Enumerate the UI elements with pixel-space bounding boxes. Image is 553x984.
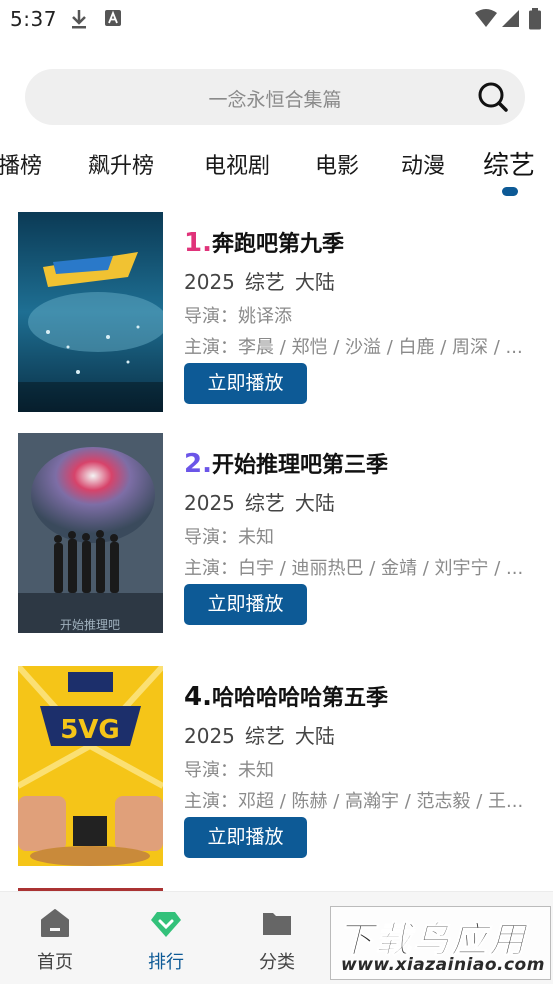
tab-hot-play[interactable]: 播榜: [0, 148, 42, 180]
region: 大陆: [294, 270, 335, 294]
title-text: 哈哈哈哈哈第五季: [211, 686, 388, 711]
nav-home[interactable]: 首页: [15, 906, 95, 974]
genre: 综艺: [244, 491, 285, 515]
poster-caption: 开始推理吧: [60, 618, 120, 632]
item-meta: 2025 综艺 大陆: [184, 487, 345, 516]
year: 2025: [184, 724, 235, 748]
active-tab-indicator: [502, 187, 518, 196]
battery-icon: [529, 8, 541, 30]
status-bar: 5:37: [0, 0, 553, 38]
list-item[interactable]: 开始推理吧 2.开始推理吧第三季 2025 综艺 大陆 导演：未知 主演：白宇 / …: [0, 433, 553, 633]
item-meta: 2025 综艺 大陆: [184, 720, 345, 749]
nav-home-label: 首页: [37, 952, 73, 973]
region: 大陆: [294, 724, 335, 748]
director: 导演：未知: [184, 527, 274, 548]
download-icon: [72, 10, 86, 29]
play-button[interactable]: 立即播放: [184, 817, 307, 858]
poster-image[interactable]: [18, 212, 163, 412]
status-time: 5:37: [10, 7, 57, 31]
genre: 综艺: [244, 270, 285, 294]
cast: 主演：白宇 / 迪丽热巴 / 金靖 / 刘宇宁 / ...: [184, 558, 524, 579]
play-button[interactable]: 立即播放: [184, 584, 307, 625]
signal-icon: [502, 10, 519, 27]
tab-rising[interactable]: 飙升榜: [88, 148, 154, 180]
item-meta: 2025 综艺 大陆: [184, 266, 345, 295]
rank-number: 4.: [184, 682, 212, 712]
title-text: 开始推理吧第三季: [211, 453, 388, 478]
rank-number: 1.: [184, 228, 212, 258]
search-placeholder: 一念永恒合集篇: [208, 89, 342, 111]
play-button[interactable]: 立即播放: [184, 363, 307, 404]
cast: 主演：邓超 / 陈赫 / 高瀚宇 / 范志毅 / 王...: [184, 791, 524, 812]
tab-anime[interactable]: 动漫: [401, 148, 445, 180]
nav-ranking-label: 排行: [148, 952, 184, 973]
list-item[interactable]: 1.奔跑吧第九季 2025 综艺 大陆 导演：姚译添 主演：李晨 / 郑恺 / 沙溢…: [0, 212, 553, 412]
wifi-icon: [475, 9, 497, 27]
cast: 主演：李晨 / 郑恺 / 沙溢 / 白鹿 / 周深 / ...: [184, 337, 523, 358]
genre: 综艺: [244, 724, 285, 748]
folder-icon: [263, 913, 291, 935]
poster-image[interactable]: 5VG: [18, 666, 163, 866]
director: 导演：姚译添: [184, 306, 292, 327]
list-item[interactable]: 5VG 4.哈哈哈哈哈第五季 2025 综艺 大陆 导演：未知 主演：邓超 / 陈赫…: [0, 666, 553, 866]
poster-image[interactable]: 开始推理吧: [18, 433, 163, 633]
year: 2025: [184, 491, 235, 515]
poster-caption: 5VG: [60, 715, 120, 745]
director: 导演：未知: [184, 760, 274, 781]
tab-variety[interactable]: 综艺: [483, 145, 535, 182]
home-icon: [41, 909, 69, 937]
year: 2025: [184, 270, 235, 294]
region: 大陆: [294, 491, 335, 515]
watermark: 下载鸟应用 www.xiazainiao.com: [330, 906, 551, 980]
title-text: 奔跑吧第九季: [211, 232, 344, 257]
nav-category[interactable]: 分类: [237, 906, 317, 974]
ranking-icon: [151, 912, 181, 937]
item-title[interactable]: 1.奔跑吧第九季: [184, 226, 344, 258]
item-title[interactable]: 4.哈哈哈哈哈第五季: [184, 680, 388, 712]
nav-category-label: 分类: [259, 952, 295, 973]
tab-movies[interactable]: 电影: [315, 148, 359, 180]
category-tabs: 播榜 飙升榜 电视剧 电影 动漫 综艺: [0, 140, 553, 200]
tab-tv-series[interactable]: 电视剧: [204, 148, 270, 180]
watermark-url: www.xiazainiao.com: [341, 955, 545, 975]
font-icon: [105, 10, 121, 26]
search-icon[interactable]: [477, 81, 509, 113]
search-input[interactable]: 一念永恒合集篇: [25, 69, 525, 125]
nav-ranking[interactable]: 排行: [126, 906, 206, 974]
item-title[interactable]: 2.开始推理吧第三季: [184, 447, 388, 479]
rank-number: 2.: [184, 449, 212, 479]
